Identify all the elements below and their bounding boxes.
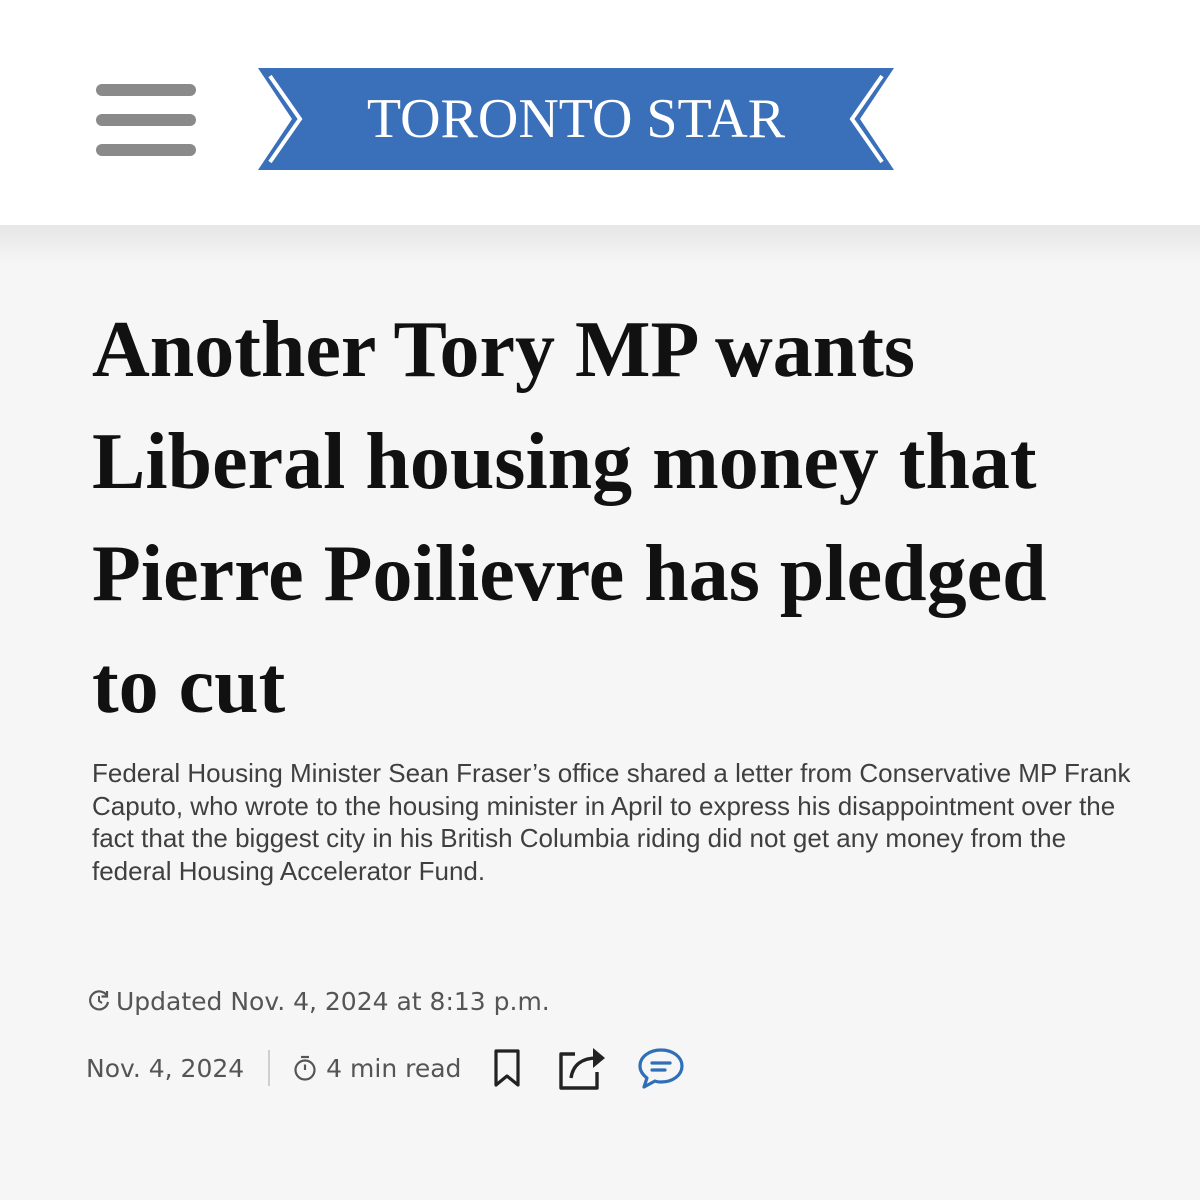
article-headline: Another Tory MP wants Liberal housing mo… [92,306,1047,730]
updated-text: Updated Nov. 4, 2024 at 8:13 p.m. [116,986,550,1016]
publish-date: Nov. 4, 2024 [86,1053,245,1083]
article-meta-row: Nov. 4, 2024 4 min read [86,1040,685,1096]
site-header: TORONTO STAR [0,0,1200,225]
hamburger-menu-icon[interactable] [96,84,198,158]
read-time-text: 4 min read [326,1053,462,1083]
header-shadow [0,225,1200,265]
bookmark-button[interactable] [491,1048,523,1088]
article-deck: Federal Housing Minister Sean Fraser’s o… [92,758,1131,886]
read-time: 4 min read [292,1054,461,1083]
refresh-clock-icon [89,990,110,1011]
comment-button[interactable] [637,1046,685,1090]
updated-timestamp: Updated Nov. 4, 2024 at 8:13 p.m. [86,983,550,1019]
meta-divider [268,1050,271,1086]
share-icon [559,1048,606,1090]
comment-icon [638,1048,685,1089]
logo-text: TORONTO STAR [366,88,786,150]
share-button[interactable] [557,1044,607,1092]
bookmark-icon [494,1049,521,1087]
toronto-star-logo[interactable]: TORONTO STAR [256,66,896,172]
stopwatch-icon [294,1055,316,1081]
